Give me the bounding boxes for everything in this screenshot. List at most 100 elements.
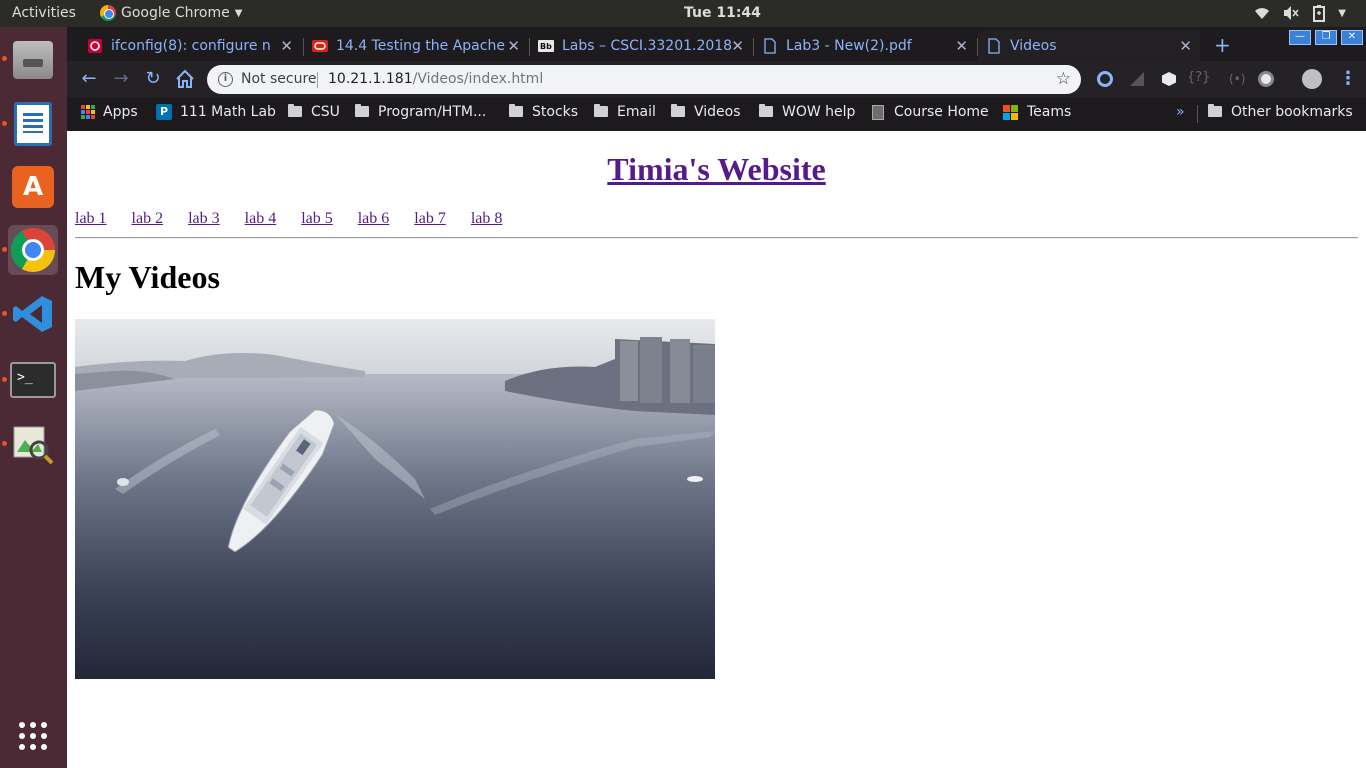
terminal-icon: >_	[10, 362, 56, 398]
bookmark-label: CSU	[311, 104, 340, 120]
cube-extension-icon[interactable]	[1161, 71, 1177, 87]
launcher-dock: A >_	[0, 27, 67, 768]
nav-lab-3[interactable]: lab 3	[188, 210, 220, 227]
tab-apache[interactable]: 14.4 Testing the Apache ✕	[304, 31, 528, 61]
browser-toolbar: ← → ↻ i Not secure 10.21.1.181/Videos/in…	[67, 61, 1366, 98]
nav-lab-4[interactable]: lab 4	[245, 210, 277, 227]
image-viewer-icon	[13, 426, 54, 465]
files-icon	[13, 41, 53, 79]
close-tab-icon[interactable]: ✕	[507, 37, 520, 55]
page-icon	[872, 104, 884, 120]
battery-icon	[1313, 5, 1326, 22]
tab-videos[interactable]: Videos ✕	[978, 31, 1200, 61]
maximize-button[interactable]: ❐	[1315, 30, 1337, 45]
bookmark-apps[interactable]: Apps	[81, 104, 138, 120]
close-tab-icon[interactable]: ✕	[731, 37, 744, 55]
site-title-link[interactable]: Timia's Website	[607, 151, 825, 187]
bookmark-star-icon[interactable]: ☆	[1056, 69, 1071, 89]
reload-button[interactable]: ↻	[142, 68, 164, 90]
apps-grid-icon	[81, 105, 95, 119]
folder-icon	[594, 103, 608, 117]
new-tab-button[interactable]: +	[1214, 33, 1231, 57]
bookmark-teams[interactable]: Teams	[1003, 104, 1071, 120]
folder-icon	[759, 103, 773, 117]
close-tab-icon[interactable]: ✕	[280, 37, 293, 55]
record-extension-icon[interactable]	[1258, 71, 1274, 87]
nav-lab-5[interactable]: lab 5	[301, 210, 333, 227]
url-host: 10.21.1.181	[328, 71, 413, 87]
url-path: /Videos/index.html	[412, 71, 544, 87]
url-text[interactable]: 10.21.1.181/Videos/index.html	[328, 71, 543, 87]
bookmarks-divider	[1197, 105, 1198, 123]
software-center-icon: A	[12, 166, 54, 208]
tab-lab3-pdf[interactable]: Lab3 - New(2).pdf ✕	[754, 31, 976, 61]
microsoft-icon	[1003, 104, 1018, 120]
dock-files[interactable]	[8, 35, 58, 85]
activities-button[interactable]: Activities	[12, 5, 76, 21]
bookmark-label: WOW help	[782, 104, 856, 120]
nav-lab-8[interactable]: lab 8	[471, 210, 503, 227]
bookmark-stocks[interactable]: Stocks	[509, 103, 579, 120]
bookmark-wow-help[interactable]: WOW help	[759, 103, 856, 120]
nav-lab-1[interactable]: lab 1	[75, 210, 107, 227]
tab-labs[interactable]: Bb Labs – CSCI.33201.2018 ✕	[530, 31, 752, 61]
chevron-down-icon: ▼	[234, 7, 243, 19]
dock-chrome[interactable]	[8, 225, 58, 275]
system-top-bar: Activities Google Chrome ▼ Tue 11:44 ▼	[0, 0, 1366, 27]
extension-circle-icon[interactable]	[1097, 71, 1113, 87]
system-tray[interactable]: ▼	[1254, 4, 1346, 22]
tab-title: Lab3 - New(2).pdf	[786, 38, 912, 54]
nav-lab-7[interactable]: lab 7	[414, 210, 446, 227]
dock-show-applications[interactable]	[8, 711, 58, 761]
video-player[interactable]	[75, 319, 715, 679]
vscode-icon	[13, 296, 52, 332]
bookmarks-overflow-icon[interactable]: »	[1176, 104, 1185, 120]
nav-lab-6[interactable]: lab 6	[358, 210, 390, 227]
dock-image-viewer[interactable]	[8, 419, 58, 469]
signal-extension-icon[interactable]	[1129, 71, 1145, 87]
running-indicator	[2, 441, 7, 446]
radio-extension-icon[interactable]: (•)	[1229, 72, 1245, 88]
minimize-button[interactable]: —	[1289, 30, 1311, 45]
app-menu[interactable]: Google Chrome ▼	[100, 5, 242, 21]
address-bar[interactable]: i Not secure 10.21.1.181/Videos/index.ht…	[207, 65, 1081, 94]
bookmark-other[interactable]: Other bookmarks	[1208, 103, 1353, 120]
bookmark-label: Stocks	[532, 104, 579, 120]
document-icon	[988, 38, 1000, 54]
bookmark-111-math-lab[interactable]: P 111 Math Lab	[156, 104, 276, 120]
dock-software[interactable]: A	[8, 162, 58, 212]
profile-avatar-icon[interactable]	[1302, 69, 1322, 89]
nav-lab-2[interactable]: lab 2	[132, 210, 164, 227]
close-tab-icon[interactable]: ✕	[955, 37, 968, 55]
pearson-icon: P	[156, 104, 172, 120]
running-indicator	[2, 121, 7, 126]
security-label[interactable]: Not secure	[241, 71, 317, 87]
running-indicator	[2, 247, 7, 252]
bookmark-program-html[interactable]: Program/HTM...	[355, 103, 486, 120]
close-tab-icon[interactable]: ✕	[1179, 37, 1192, 55]
bookmark-course-home[interactable]: Course Home	[872, 104, 989, 120]
dock-writer[interactable]	[8, 99, 58, 149]
show-applications-icon	[19, 722, 47, 750]
blackboard-icon: Bb	[538, 40, 554, 52]
bookmark-videos[interactable]: Videos	[671, 103, 741, 120]
folder-icon	[671, 103, 685, 117]
web-page: Timia's Website lab 1 lab 2 lab 3 lab 4 lab …	[67, 131, 1366, 768]
running-indicator	[2, 56, 7, 61]
close-window-button[interactable]: ✕	[1341, 30, 1363, 45]
back-button[interactable]: ←	[78, 68, 100, 90]
info-icon[interactable]: i	[218, 72, 233, 87]
forward-button[interactable]: →	[110, 68, 132, 90]
tab-ifconfig[interactable]: ifconfig(8): configure n ✕	[79, 31, 301, 61]
menu-kebab-icon[interactable]: ⋮	[1339, 68, 1357, 89]
lab-nav: lab 1 lab 2 lab 3 lab 4 lab 5 lab 6 lab 7 lab 8	[75, 210, 527, 228]
bookmark-email[interactable]: Email	[594, 103, 656, 120]
home-icon[interactable]	[174, 68, 196, 90]
clock[interactable]: Tue 11:44	[684, 5, 761, 21]
bracket-extension-icon[interactable]: {?}	[1187, 70, 1215, 86]
dock-terminal[interactable]: >_	[8, 355, 58, 405]
bookmark-csu[interactable]: CSU	[288, 103, 340, 120]
dock-vscode[interactable]	[8, 289, 58, 339]
running-indicator	[2, 377, 7, 382]
folder-icon	[1208, 103, 1222, 117]
